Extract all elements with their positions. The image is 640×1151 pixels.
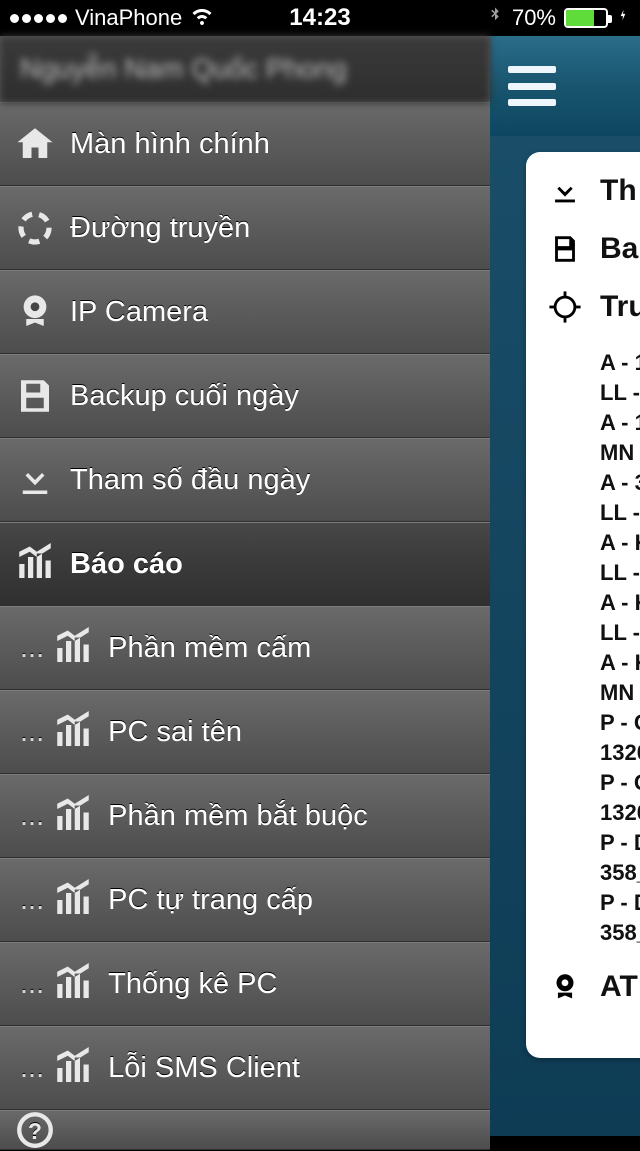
menu-label: Thống kê PC <box>108 968 277 1001</box>
barchart-icon <box>52 795 94 837</box>
signal-dots-icon <box>10 14 67 23</box>
subline: 1320 <box>600 738 640 768</box>
download-icon <box>548 174 582 208</box>
target-icon <box>548 290 582 324</box>
camera-icon <box>14 291 56 333</box>
main-surface: Th Ba Tru A - 1 LL - A - 1 MN - A - 3 LL… <box>490 36 640 1136</box>
menu-item-params[interactable]: Tham số đầu ngày <box>0 438 490 522</box>
bluetooth-icon <box>486 4 504 32</box>
battery-pct: 70% <box>512 5 556 31</box>
help-icon: ? <box>14 1109 56 1151</box>
subline: P - D <box>600 888 640 918</box>
menu-item-sw-banned[interactable]: ... Phần mềm cấm <box>0 606 490 690</box>
menu-label: Phần mềm bắt buộc <box>108 800 368 833</box>
charging-icon <box>616 4 630 32</box>
subline: LL - <box>600 498 640 528</box>
subline: A - 1 <box>600 408 640 438</box>
subline: MN - <box>600 438 640 468</box>
card-row-label: Th <box>600 174 637 208</box>
menu-item-home[interactable]: Màn hình chính <box>0 102 490 186</box>
subline: LL - <box>600 618 640 648</box>
save-icon <box>548 232 582 266</box>
subline: A - 1 <box>600 348 640 378</box>
subline: 358_ <box>600 858 640 888</box>
sub-prefix: ... <box>20 968 44 1001</box>
menu-item-pc-stats[interactable]: ... Thống kê PC <box>0 942 490 1026</box>
dashboard-card: Th Ba Tru A - 1 LL - A - 1 MN - A - 3 LL… <box>526 152 640 1058</box>
battery-icon <box>564 8 608 28</box>
status-right: 70% <box>486 4 640 32</box>
save-icon <box>14 375 56 417</box>
card-row-label: Ba <box>600 232 638 266</box>
menu-item-pc-selfprov[interactable]: ... PC tự trang cấp <box>0 858 490 942</box>
subline: LL - <box>600 558 640 588</box>
report-submenu: ... Phần mềm cấm ... PC sai tên ... Phần… <box>0 606 490 1110</box>
subline: A - K <box>600 648 640 678</box>
subline: 358_ <box>600 918 640 948</box>
wifi-icon <box>190 3 214 33</box>
menu-label: PC sai tên <box>108 716 242 749</box>
barchart-icon <box>52 627 94 669</box>
menu-item-pc-wrongname[interactable]: ... PC sai tên <box>0 690 490 774</box>
menu-label: IP Camera <box>70 296 208 329</box>
sub-prefix: ... <box>20 884 44 917</box>
barchart-icon <box>52 963 94 1005</box>
menu-item-backup[interactable]: Backup cuối ngày <box>0 354 490 438</box>
subline: P - C <box>600 708 640 738</box>
nav-drawer: Nguyễn Nam Quốc Phong Màn hình chính Đườ… <box>0 36 490 1136</box>
clock: 14:23 <box>289 4 350 32</box>
barchart-icon <box>52 711 94 753</box>
home-icon <box>14 123 56 165</box>
card-row-label: AT <box>600 970 638 1004</box>
barchart-icon <box>14 543 56 585</box>
target-icon <box>14 207 56 249</box>
card-sublines-block: A - 1 LL - A - 1 MN - A - 3 LL - A - K L… <box>600 348 640 948</box>
menu-button[interactable] <box>508 66 556 106</box>
subline: P - D <box>600 828 640 858</box>
carrier-label: VinaPhone <box>75 5 182 31</box>
card-row-label: Tru <box>600 290 640 324</box>
card-row-download[interactable]: Th <box>548 174 640 208</box>
menu-item-line[interactable]: Đường truyền <box>0 186 490 270</box>
subline: A - K <box>600 528 640 558</box>
card-row-backup[interactable]: Ba <box>548 232 640 266</box>
subline: A - K <box>600 588 640 618</box>
barchart-icon <box>52 879 94 921</box>
menu-label: Báo cáo <box>70 548 183 581</box>
status-bar: VinaPhone 14:23 70% <box>0 0 640 36</box>
menu-item-ipcamera[interactable]: IP Camera <box>0 270 490 354</box>
sub-prefix: ... <box>20 716 44 749</box>
menu-label: Tham số đầu ngày <box>70 464 310 497</box>
download-icon <box>14 459 56 501</box>
menu-label: Phần mềm cấm <box>108 632 311 665</box>
sub-prefix: ... <box>20 1052 44 1085</box>
subline: A - 3 <box>600 468 640 498</box>
menu-label: Màn hình chính <box>70 128 270 161</box>
card-row-line[interactable]: Tru <box>548 290 640 324</box>
subline: 1320 <box>600 798 640 828</box>
camera-icon <box>548 970 582 1004</box>
sub-prefix: ... <box>20 632 44 665</box>
menu-label: PC tự trang cấp <box>108 884 313 917</box>
subline: MN - <box>600 678 640 708</box>
menu-label: Backup cuối ngày <box>70 380 299 413</box>
menu-item-sms-error[interactable]: ... Lỗi SMS Client <box>0 1026 490 1110</box>
status-left: VinaPhone <box>0 3 214 33</box>
menu-item-sw-required[interactable]: ... Phần mềm bắt buộc <box>0 774 490 858</box>
card-row-atm[interactable]: AT <box>548 970 640 1004</box>
menu-item-help[interactable]: ? <box>0 1110 490 1150</box>
subline: P - C <box>600 768 640 798</box>
menu-item-report[interactable]: Báo cáo <box>0 522 490 606</box>
svg-text:?: ? <box>28 1118 42 1144</box>
barchart-icon <box>52 1047 94 1089</box>
drawer-user-name: Nguyễn Nam Quốc Phong <box>0 36 490 102</box>
sub-prefix: ... <box>20 800 44 833</box>
subline: LL - <box>600 378 640 408</box>
menu-label: Lỗi SMS Client <box>108 1052 300 1085</box>
menu-label: Đường truyền <box>70 212 250 245</box>
main-header-bar <box>490 36 640 136</box>
